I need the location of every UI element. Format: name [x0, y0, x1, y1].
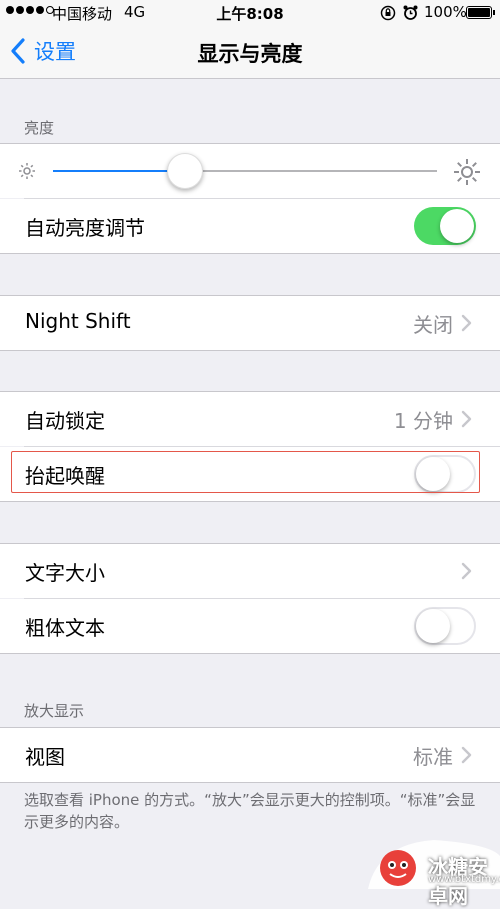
- orientation-lock-icon: [380, 5, 396, 21]
- battery-icon: [466, 6, 495, 19]
- view-row[interactable]: 视图 标准: [0, 728, 500, 782]
- brightness-high-icon: [454, 159, 480, 185]
- bold-text-label: 粗体文本: [25, 616, 105, 640]
- night-shift-row[interactable]: Night Shift 关闭: [0, 296, 500, 350]
- battery-percentage: 100%: [424, 3, 467, 21]
- section-header-brightness: 亮度: [24, 119, 55, 137]
- text-size-row[interactable]: 文字大小: [0, 544, 500, 598]
- text-size-label: 文字大小: [25, 561, 105, 585]
- chevron-right-icon: [461, 314, 472, 332]
- brightness-low-icon: [19, 163, 35, 179]
- auto-brightness-label: 自动亮度调节: [25, 216, 145, 240]
- watermark-url: www.btxtdmy.com: [428, 874, 500, 885]
- page-title: 显示与亮度: [197, 42, 303, 66]
- auto-lock-row[interactable]: 自动锁定 1 分钟: [0, 392, 500, 446]
- chevron-right-icon: [461, 746, 472, 764]
- chevron-right-icon: [461, 562, 472, 580]
- navigation-bar: 设置 显示与亮度: [0, 26, 500, 79]
- bold-text-row: 粗体文本: [0, 599, 500, 653]
- bold-text-toggle[interactable]: [414, 607, 476, 645]
- chevron-right-icon: [461, 410, 472, 428]
- section-header-zoom: 放大显示: [24, 702, 85, 720]
- brightness-slider-track[interactable]: [53, 153, 437, 189]
- highlight-box: [11, 451, 480, 493]
- brightness-slider-row: [0, 144, 500, 198]
- auto-lock-label: 自动锁定: [25, 409, 105, 433]
- view-value: 标准: [413, 745, 453, 769]
- auto-brightness-toggle[interactable]: [414, 207, 476, 245]
- night-shift-value: 关闭: [413, 313, 453, 337]
- status-bar: 中国移动 4G 上午8:08 100%: [0, 0, 500, 26]
- alarm-icon: [403, 5, 418, 20]
- view-label: 视图: [25, 745, 65, 769]
- night-shift-label: Night Shift: [25, 309, 131, 333]
- brightness-slider-thumb[interactable]: [167, 153, 203, 189]
- brightness-slider-fill: [53, 170, 184, 172]
- auto-brightness-row: 自动亮度调节: [0, 199, 500, 253]
- auto-lock-value: 1 分钟: [393, 409, 453, 433]
